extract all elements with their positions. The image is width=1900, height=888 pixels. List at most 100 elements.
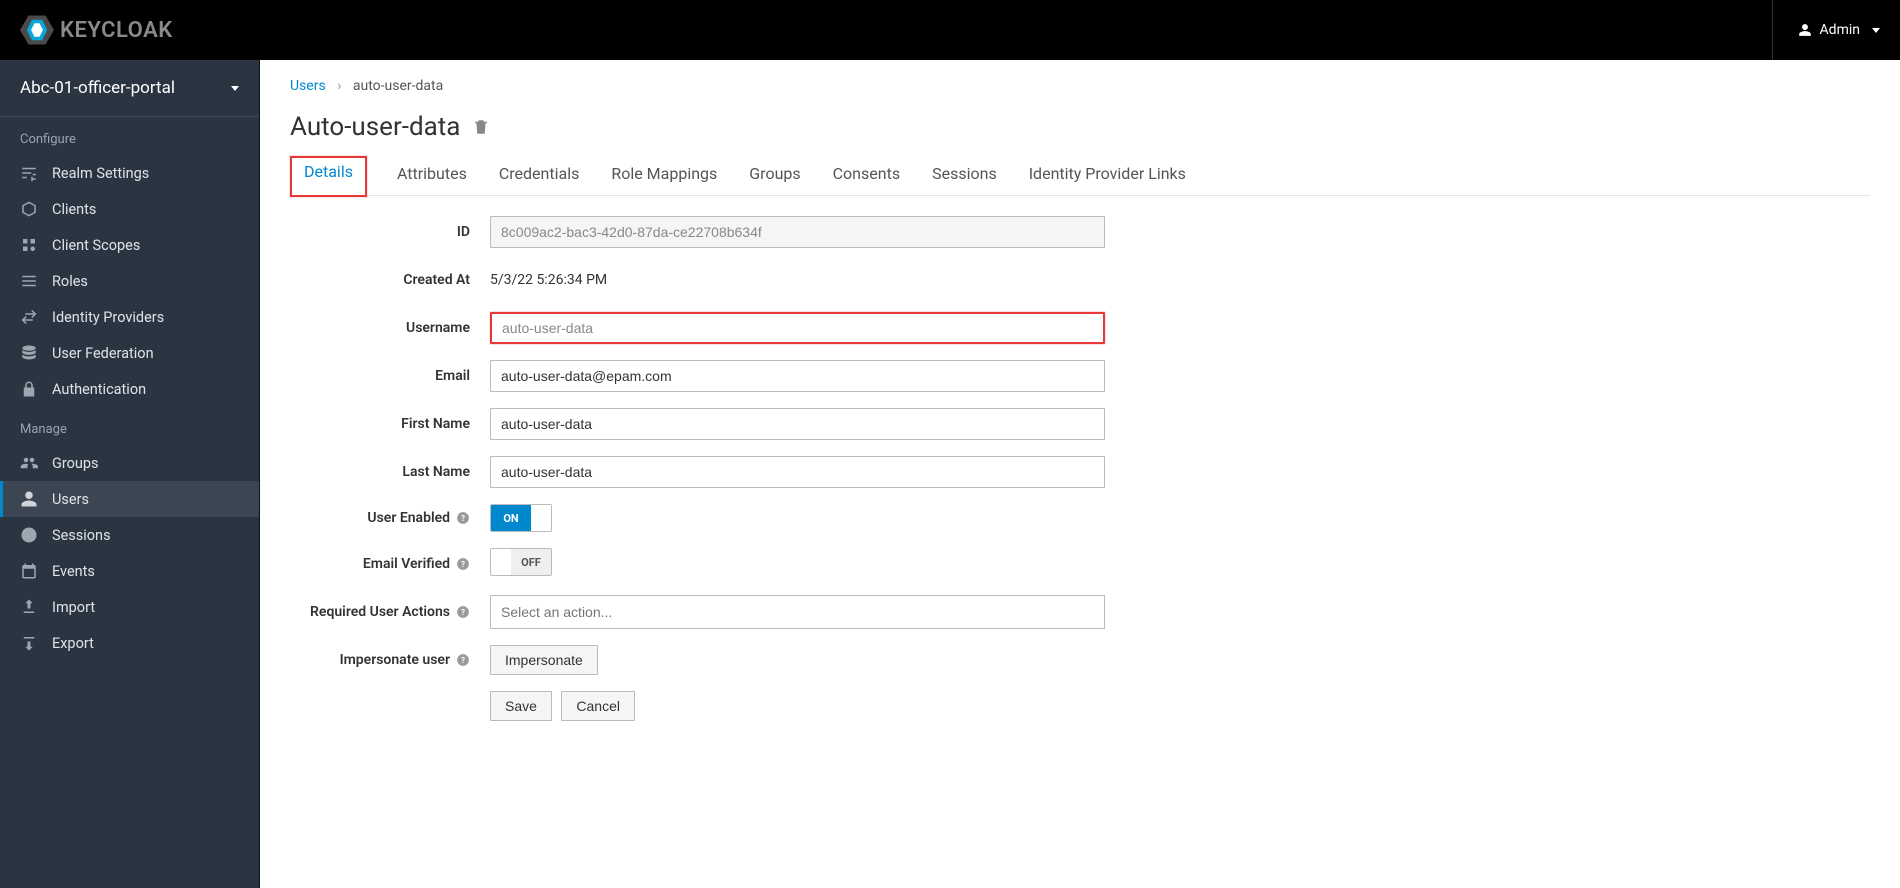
sidebar-item-authentication[interactable]: Authentication [0,371,259,407]
tab-details[interactable]: Details [302,154,355,191]
tab-consents[interactable]: Consents [831,156,902,195]
sidebar-item-export[interactable]: Export [0,625,259,661]
keycloak-logo-icon [20,15,54,45]
user-label: Admin [1820,22,1860,38]
first-name-field[interactable] [490,408,1105,440]
label-created-at: Created At [290,272,490,288]
calendar-icon [20,562,38,580]
save-button[interactable]: Save [490,691,552,721]
lock-icon [20,380,38,398]
label-required-actions: Required User Actions ? [290,604,490,620]
user-menu[interactable]: Admin [1772,0,1880,60]
sidebar-item-users[interactable]: Users [0,481,259,517]
brand-text: KEYCLOAK [60,18,173,43]
user-icon [20,490,38,508]
list-icon [20,272,38,290]
impersonate-button[interactable]: Impersonate [490,645,598,675]
sidebar-item-label: Realm Settings [52,165,149,182]
realm-name: Abc-01-officer-portal [20,78,175,98]
sidebar-item-realm-settings[interactable]: Realm Settings [0,155,259,191]
export-icon [20,634,38,652]
id-field [490,216,1105,248]
sidebar-item-user-federation[interactable]: User Federation [0,335,259,371]
cube-icon [20,200,38,218]
required-actions-select[interactable] [490,595,1105,629]
chevron-down-icon [231,86,239,91]
sliders-icon [20,164,38,182]
label-impersonate: Impersonate user ? [290,652,490,668]
sidebar-item-label: Users [52,491,89,508]
sidebar-item-label: Events [52,563,95,580]
help-icon[interactable]: ? [456,605,470,619]
sidebar-item-groups[interactable]: Groups [0,445,259,481]
sidebar-item-clients[interactable]: Clients [0,191,259,227]
database-icon [20,344,38,362]
tab-credentials[interactable]: Credentials [497,156,582,195]
user-icon [1798,23,1812,37]
tab-sessions[interactable]: Sessions [930,156,999,195]
exchange-icon [20,308,38,326]
sidebar-item-client-scopes[interactable]: Client Scopes [0,227,259,263]
email-field[interactable] [490,360,1105,392]
tab-role-mappings[interactable]: Role Mappings [609,156,719,195]
main-content: Users › auto-user-data Auto-user-data De… [260,60,1900,888]
help-icon[interactable]: ? [456,653,470,667]
chevron-down-icon [1872,28,1880,33]
breadcrumb-separator: › [337,78,341,94]
import-icon [20,598,38,616]
trash-icon[interactable] [472,118,490,136]
user-enabled-toggle[interactable]: ON [490,504,552,532]
tab-groups[interactable]: Groups [747,156,802,195]
clock-icon [20,526,38,544]
groups-icon [20,454,38,472]
sidebar-item-roles[interactable]: Roles [0,263,259,299]
username-field[interactable] [490,312,1105,344]
sidebar-item-label: User Federation [52,345,154,362]
breadcrumb-parent[interactable]: Users [290,78,326,94]
help-icon[interactable]: ? [456,557,470,571]
label-last-name: Last Name [290,464,490,480]
created-at-value: 5/3/22 5:26:34 PM [490,272,607,288]
last-name-field[interactable] [490,456,1105,488]
sidebar-item-label: Authentication [52,381,146,398]
breadcrumb-current: auto-user-data [353,78,443,94]
toggle-handle [531,505,551,531]
sidebar-item-identity-providers[interactable]: Identity Providers [0,299,259,335]
svg-text:?: ? [461,558,465,568]
cancel-button[interactable]: Cancel [561,691,635,721]
label-email: Email [290,368,490,384]
sidebar-item-label: Sessions [52,527,111,544]
svg-text:?: ? [461,655,465,665]
sidebar-item-label: Import [52,599,95,616]
label-email-verified: Email Verified ? [290,556,490,572]
sidebar-item-import[interactable]: Import [0,589,259,625]
label-username: Username [290,320,490,336]
sidebar-item-sessions[interactable]: Sessions [0,517,259,553]
top-bar: KEYCLOAK Admin [0,0,1900,60]
page-title: Auto-user-data [290,112,460,142]
sidebar-item-label: Roles [52,273,88,290]
email-verified-toggle[interactable]: OFF [490,548,552,576]
brand[interactable]: KEYCLOAK [20,15,173,45]
label-first-name: First Name [290,416,490,432]
scopes-icon [20,236,38,254]
sidebar-item-label: Groups [52,455,99,472]
tab-bar: Details Attributes Credentials Role Mapp… [290,156,1870,196]
tab-attributes[interactable]: Attributes [395,156,469,195]
sidebar-item-label: Identity Providers [52,309,164,326]
sidebar-item-events[interactable]: Events [0,553,259,589]
svg-text:?: ? [461,607,465,617]
realm-selector[interactable]: Abc-01-officer-portal [0,60,259,116]
sidebar: Abc-01-officer-portal Configure Realm Se… [0,60,260,888]
tab-identity-provider-links[interactable]: Identity Provider Links [1027,156,1188,195]
label-id: ID [290,224,490,240]
toggle-on-label: ON [491,505,531,531]
label-user-enabled: User Enabled ? [290,510,490,526]
help-icon[interactable]: ? [456,511,470,525]
breadcrumb: Users › auto-user-data [290,78,1870,94]
sidebar-section-manage: Manage [0,407,259,445]
sidebar-section-configure: Configure [0,117,259,155]
svg-text:?: ? [461,513,465,523]
sidebar-item-label: Export [52,635,94,652]
sidebar-item-label: Clients [52,201,96,218]
